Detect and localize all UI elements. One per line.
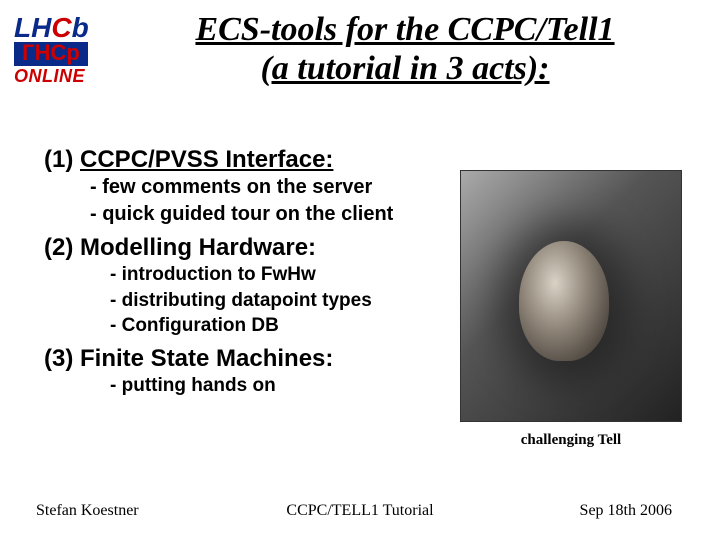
logo-lh: LH xyxy=(14,12,51,43)
section-2-head: (2) Modelling Hardware: xyxy=(44,234,424,262)
slide-title: ECS-tools for the CCPC/Tell1 (a tutorial… xyxy=(120,10,690,88)
lhcb-online-logo: LHCb ГНСр ONLINE xyxy=(14,12,104,87)
logo-bottom-row: ONLINE xyxy=(14,66,104,87)
section-2-num: (2) xyxy=(44,234,73,261)
section-2-title: Modelling Hardware: xyxy=(80,234,316,261)
section-1-num: (1) xyxy=(44,146,73,173)
section-3-sub-1: - putting hands on xyxy=(110,373,424,399)
title-line-1: ECS-tools for the CCPC/Tell1 xyxy=(195,11,614,48)
section-1-title: CCPC/PVSS Interface: xyxy=(80,146,333,173)
section-3-head: (3) Finite State Machines: xyxy=(44,345,424,373)
section-1-sub-2: - quick guided tour on the client xyxy=(90,201,424,228)
section-3-title: Finite State Machines: xyxy=(80,345,333,372)
section-1-sub-1: - few comments on the server xyxy=(90,174,424,201)
section-1-head: (1) CCPC/PVSS Interface: xyxy=(44,146,424,174)
logo-mid-row: ГНСр xyxy=(14,42,88,66)
section-2-sub-3: - Configuration DB xyxy=(110,313,424,339)
title-line-2: (a tutorial in 3 acts): xyxy=(260,50,549,87)
photo-caption: challenging Tell xyxy=(460,432,682,449)
illustration-photo xyxy=(460,170,682,422)
footer-date: Sep 18th 2006 xyxy=(580,502,672,520)
outline-content: (1) CCPC/PVSS Interface: - few comments … xyxy=(44,140,424,399)
section-2-sub-2: - distributing datapoint types xyxy=(110,288,424,314)
section-2-sub-1: - introduction to FwHw xyxy=(110,262,424,288)
section-3-num: (3) xyxy=(44,345,73,372)
logo-b: b xyxy=(72,12,89,43)
logo-c: C xyxy=(51,12,71,43)
